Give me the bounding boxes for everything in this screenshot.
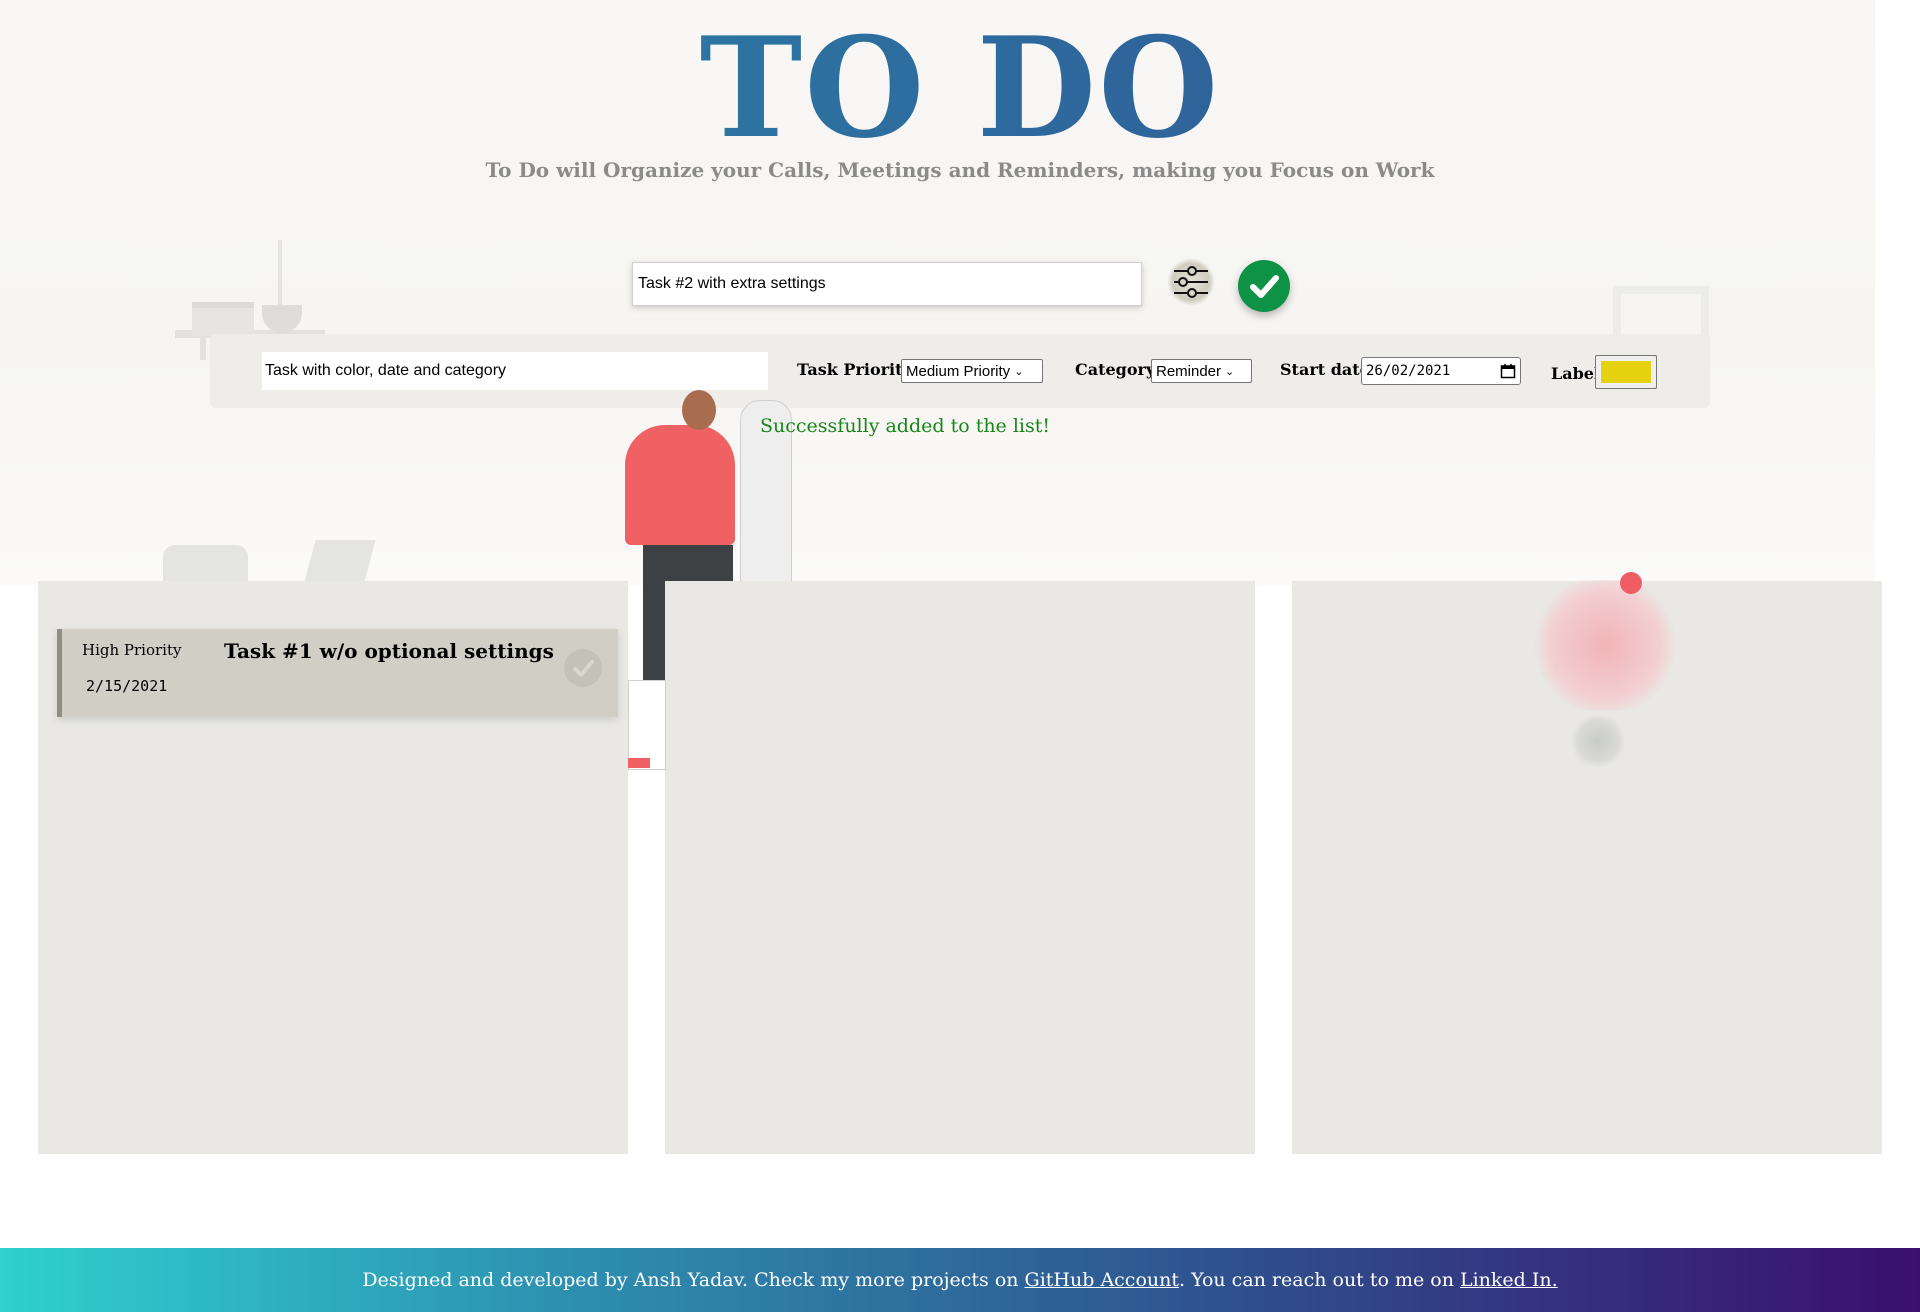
checkmark-icon [573,660,594,677]
illustration-paper-bottom [628,680,666,770]
illustration-person-body [625,425,735,545]
category-select[interactable]: Reminder ⌄ [1151,359,1252,383]
label-color-picker[interactable] [1595,355,1657,389]
illustration-flower-pot [1572,715,1624,767]
complete-task-button[interactable] [564,649,602,687]
footer-text-middle: . You can reach out to me on [1179,1269,1460,1291]
illustration-shelf-leg [200,338,206,360]
category-label: Category: [1075,360,1162,379]
illustration-plant [278,240,282,305]
footer: Designed and developed by Ansh Yadav. Ch… [0,1248,1920,1312]
task-column-1: High Priority 2/15/2021 Task #1 w/o opti… [38,581,628,1154]
illustration-flower [1530,580,1680,710]
sliders-icon [1174,266,1208,298]
start-date-value: 26/02/2021 [1366,363,1451,379]
category-select-value: Reminder [1156,362,1222,380]
task-date: 2/15/2021 [86,677,168,695]
settings-toggle-button[interactable] [1168,258,1214,306]
footer-text: Designed and developed by Ansh Yadav. Ch… [362,1269,1025,1291]
chevron-down-icon: ⌄ [1014,365,1024,378]
success-message: Successfully added to the list! [760,415,1051,437]
illustration-chair [163,545,248,585]
task-card[interactable]: High Priority 2/15/2021 Task #1 w/o opti… [57,629,618,717]
checkmark-icon [1250,275,1279,298]
illustration-person-head [682,390,716,430]
settings-panel: Task Priority: Medium Priority ⌄ Categor… [210,334,1710,408]
github-link[interactable]: GitHub Account [1025,1269,1179,1291]
color-label: Label [1551,364,1601,383]
priority-label: Task Priority: [797,360,918,379]
label-color-fill [1601,361,1651,383]
task-priority: High Priority [82,641,182,659]
submit-task-button[interactable] [1238,260,1290,312]
chevron-down-icon: ⌄ [1225,365,1235,378]
linkedin-link[interactable]: Linked In. [1460,1269,1558,1291]
extra-task-input[interactable] [262,352,768,390]
illustration-flower-bud [1620,572,1642,594]
illustration-laptop [304,540,376,582]
task-title: Task #1 w/o optional settings [224,639,554,663]
task-column-2 [665,581,1255,1154]
start-date-input[interactable]: 26/02/2021 [1361,357,1521,385]
priority-select[interactable]: Medium Priority ⌄ [901,359,1043,383]
calendar-icon [1500,364,1516,379]
illustration-shoe [628,758,650,768]
priority-select-value: Medium Priority [906,362,1011,380]
page-title: TO DO [0,8,1920,168]
task-input[interactable] [632,262,1142,306]
illustration-books [192,302,254,336]
page-subtitle: To Do will Organize your Calls, Meetings… [485,158,1435,182]
